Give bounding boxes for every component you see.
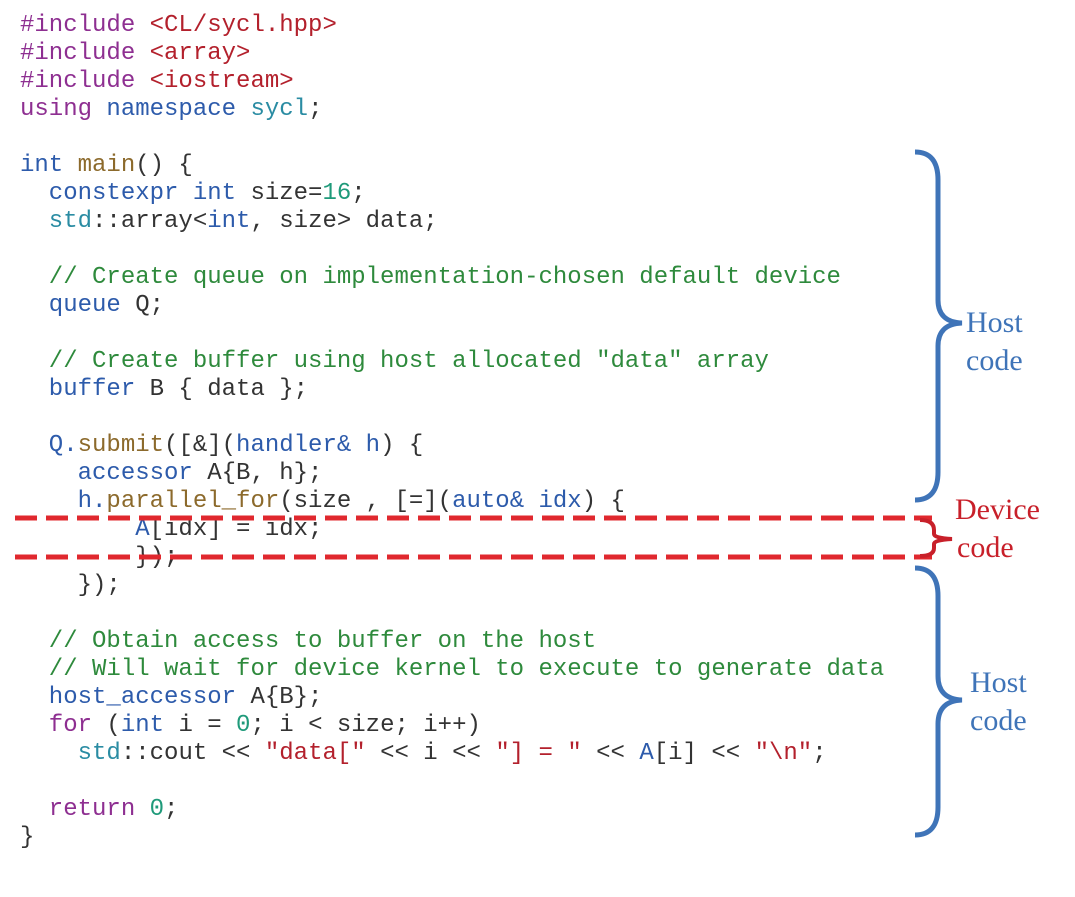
- label-line: Device: [955, 493, 1040, 526]
- label-line: code: [966, 344, 1023, 377]
- label-line: Host: [970, 666, 1027, 699]
- label-line: code: [970, 704, 1027, 737]
- annotation-overlay: [15, 149, 963, 838]
- host-code-brace-top: [914, 149, 963, 503]
- device-code-brace: [919, 518, 953, 558]
- host-code-label-top: Host code: [966, 304, 1023, 380]
- label-line: Host: [966, 306, 1023, 339]
- host-code-label-bottom: Host code: [970, 664, 1027, 740]
- host-code-brace-bottom: [914, 565, 963, 838]
- label-line: code: [957, 531, 1014, 564]
- device-code-label: Device code: [955, 491, 1040, 567]
